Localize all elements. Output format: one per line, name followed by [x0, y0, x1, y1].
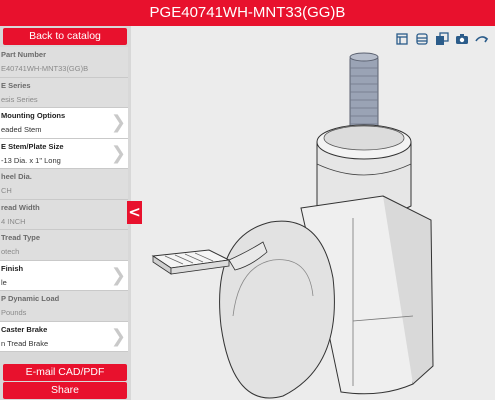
option-row: P Dynamic Load Pounds — [0, 291, 128, 322]
option-row: Part Number E40741WH-MNT33(GG)B — [0, 47, 128, 78]
option-value: le — [1, 277, 7, 287]
chevron-right-icon: ❯ — [110, 264, 126, 286]
option-label: P Dynamic Load — [1, 294, 60, 303]
option-label: read Width — [1, 202, 40, 212]
part-title-bar: PGE40741WH-MNT33(GG)B — [0, 0, 495, 26]
option-label: heel Dia. — [1, 172, 32, 181]
option-row[interactable]: Finish le ❯ — [0, 260, 128, 291]
option-row[interactable]: Caster Brake n Tread Brake ❯ — [0, 321, 128, 352]
option-value: Pounds — [1, 308, 27, 317]
configuration-sidebar: Back to catalog Part Number E40741WH-MNT3… — [0, 26, 131, 400]
option-label: E Stem/Plate Size — [1, 141, 64, 151]
option-row: E Series esis Series — [0, 77, 128, 108]
option-label: Part Number — [1, 50, 47, 59]
option-row: read Width 4 INCH — [0, 199, 128, 230]
email-cad-pdf-button[interactable]: E-mail CAD/PDF — [3, 364, 127, 381]
part-title: PGE40741WH-MNT33(GG)B — [149, 4, 346, 21]
option-value: eaded Stem — [1, 125, 42, 134]
option-value: E40741WH-MNT33(GG)B — [1, 64, 89, 73]
option-label: Mounting Options — [1, 111, 66, 120]
chevron-right-icon: ❯ — [110, 142, 126, 164]
option-list: Part Number E40741WH-MNT33(GG)B E Series es… — [0, 47, 128, 365]
option-row[interactable]: Mounting Options eaded Stem ❯ — [0, 108, 128, 139]
viewer-toolbar — [394, 31, 489, 46]
option-row[interactable]: E Stem/Plate Size -13 Dia. x 1" Long ❯ — [0, 138, 128, 169]
back-to-catalog-button[interactable]: Back to catalog — [3, 28, 127, 45]
view-cube-icon[interactable] — [434, 31, 449, 46]
option-value: 4 INCH — [1, 216, 26, 226]
option-value: CH — [1, 186, 12, 195]
3d-viewer[interactable] — [131, 26, 495, 400]
option-label: E Series — [1, 80, 31, 90]
option-value: esis Series — [1, 94, 38, 104]
option-value: n Tread Brake — [1, 338, 49, 348]
option-label: Tread Type — [1, 233, 41, 242]
share-button[interactable]: Share — [3, 382, 127, 399]
chevron-right-icon: ❯ — [110, 325, 126, 347]
layers-icon[interactable] — [414, 31, 429, 46]
share-link-icon[interactable] — [474, 31, 489, 46]
option-label: Caster Brake — [1, 324, 48, 334]
chevron-right-icon: ❯ — [110, 112, 126, 133]
wheel — [219, 220, 335, 399]
caster-3d-model — [151, 52, 434, 399]
option-value: otech — [1, 247, 20, 256]
option-row: heel Dia. CH — [0, 169, 128, 200]
option-row: Tread Type otech — [0, 230, 128, 261]
option-value: -13 Dia. x 1" Long — [1, 155, 61, 165]
camera-icon[interactable] — [454, 31, 469, 46]
dimensions-icon[interactable] — [394, 31, 409, 46]
option-label: Finish — [1, 263, 24, 273]
